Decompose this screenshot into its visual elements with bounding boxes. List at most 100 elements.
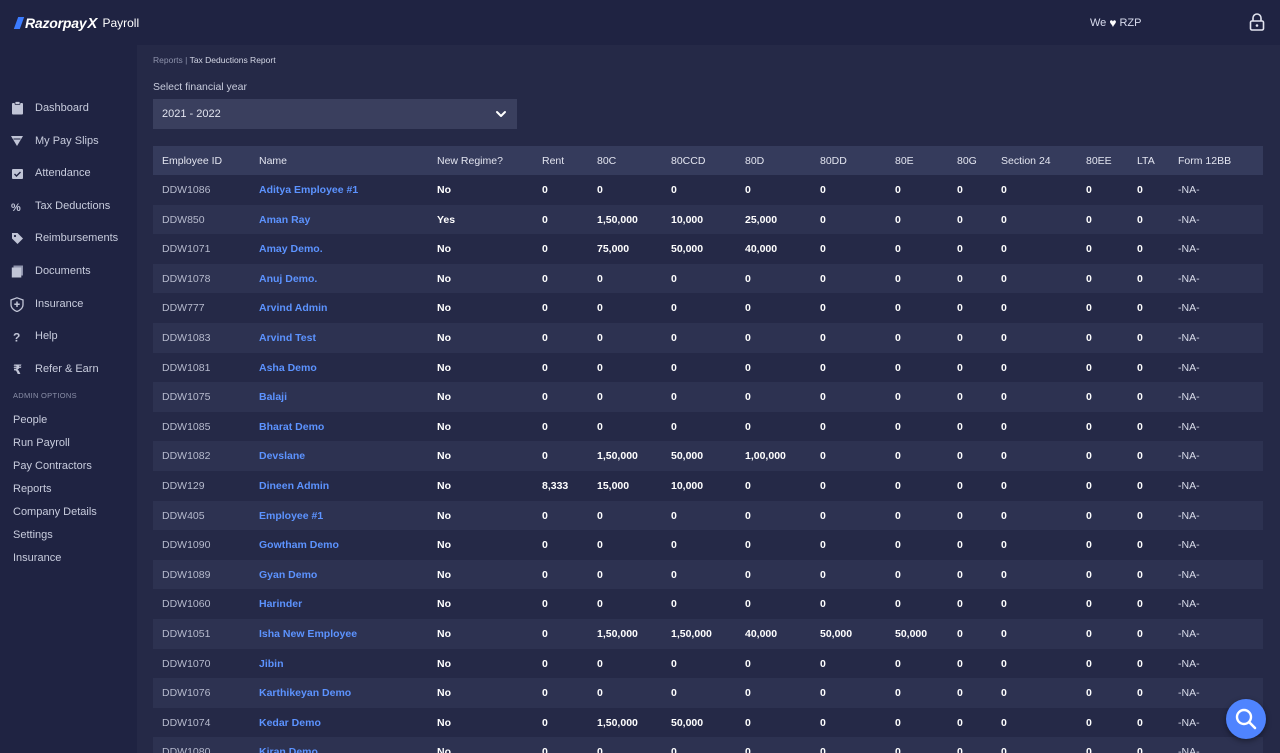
sidebar-item-label: Tax Deductions: [35, 200, 111, 212]
admin-item-run-payroll[interactable]: Run Payroll: [13, 437, 70, 449]
table-cell: 0: [542, 420, 548, 433]
search-fab-button[interactable]: [1226, 699, 1266, 739]
admin-item-insurance[interactable]: Insurance: [13, 552, 61, 564]
employee-name-link[interactable]: Jibin: [259, 658, 284, 670]
svg-text:?: ?: [13, 330, 20, 343]
table-cell: 0: [1001, 687, 1007, 700]
table-cell: 0: [542, 598, 548, 611]
employee-name-link[interactable]: Kiran Demo: [259, 746, 318, 753]
financial-year-label: Select financial year: [153, 81, 247, 93]
admin-item-company-details[interactable]: Company Details: [13, 506, 97, 518]
razorpayx-payroll-logo[interactable]: Razorpay X Payroll: [13, 14, 139, 32]
employee-name-link[interactable]: Arvind Test: [259, 332, 316, 344]
employee-name-link[interactable]: Gowtham Demo: [259, 539, 339, 551]
table-cell: No: [437, 479, 451, 492]
table-row: DDW1070 Jibin No 0 0 0 0 0 0 0 0 0 0 -NA-: [153, 649, 1263, 679]
admin-item-reports[interactable]: Reports: [13, 483, 52, 495]
table-cell: 0: [1086, 687, 1092, 700]
table-row: DDW1086 Aditya Employee #1 No 0 0 0 0 0 0 0 0 0 0 -NA…: [153, 175, 1263, 205]
table-cell: 0: [597, 539, 603, 552]
employee-name-link[interactable]: Employee #1: [259, 510, 323, 522]
form-12bb-cell: -NA-: [1178, 420, 1200, 433]
admin-item-settings[interactable]: Settings: [13, 529, 53, 541]
we-love-rzp: We ♥ RZP: [1090, 16, 1141, 30]
table-cell: 0: [895, 509, 901, 522]
logo-text: Razorpay: [25, 15, 87, 31]
table-cell: 0: [1137, 687, 1143, 700]
employee-name-link[interactable]: Anuj Demo.: [259, 273, 317, 285]
table-cell: 0: [671, 331, 677, 344]
table-row: DDW1080 Kiran Demo No 0 0 0 0 0 0 0 0 0 0 -NA-: [153, 737, 1263, 753]
sidebar-item-reimbursements[interactable]: Reimbursements: [0, 225, 137, 251]
employee-name-link[interactable]: Isha New Employee: [259, 628, 357, 640]
table-cell: 0: [1137, 331, 1143, 344]
table-cell: 0: [1137, 213, 1143, 226]
employee-id-cell: DDW1075: [162, 391, 211, 404]
table-cell: 0: [542, 361, 548, 374]
employee-name-link[interactable]: Harinder: [259, 598, 302, 610]
employee-name-link[interactable]: Bharat Demo: [259, 421, 324, 433]
table-cell: 0: [542, 450, 548, 463]
table-cell: 0: [597, 509, 603, 522]
form-12bb-cell: -NA-: [1178, 539, 1200, 552]
sidebar-item-tax-deductions[interactable]: % Tax Deductions: [0, 193, 137, 219]
table-cell: 0: [895, 450, 901, 463]
breadcrumb-reports-link[interactable]: Reports: [153, 55, 183, 65]
sidebar-item-help[interactable]: ? Help: [0, 323, 137, 349]
table-cell: 0: [1001, 331, 1007, 344]
sidebar-item-attendance[interactable]: Attendance: [0, 160, 137, 186]
table-cell: 0: [895, 598, 901, 611]
table-cell: 0: [1001, 509, 1007, 522]
employee-name-link[interactable]: Kedar Demo: [259, 717, 321, 729]
table-cell: 0: [1086, 539, 1092, 552]
table-cell: 0: [542, 746, 548, 753]
table-cell: 0: [957, 243, 963, 256]
column-header: 80CCD: [671, 155, 706, 167]
breadcrumb-current: Tax Deductions Report: [189, 55, 276, 65]
employee-name-link[interactable]: Asha Demo: [259, 362, 317, 374]
employee-name-link[interactable]: Karthikeyan Demo: [259, 687, 351, 699]
admin-item-people[interactable]: People: [13, 414, 47, 426]
table-cell: 0: [1137, 450, 1143, 463]
table-cell: 0: [1137, 509, 1143, 522]
employee-name-link[interactable]: Devslane: [259, 450, 305, 462]
table-cell: 0: [542, 716, 548, 729]
table-cell: 0: [1137, 627, 1143, 640]
employee-name-link[interactable]: Aditya Employee #1: [259, 184, 358, 196]
table-cell: 0: [1001, 657, 1007, 670]
employee-name-link[interactable]: Dineen Admin: [259, 480, 329, 492]
employee-name-link[interactable]: Aman Ray: [259, 214, 310, 226]
employee-id-cell: DDW405: [162, 509, 205, 522]
table-cell: 0: [957, 420, 963, 433]
table-cell: 0: [820, 598, 826, 611]
sidebar-item-insurance[interactable]: Insurance: [0, 291, 137, 317]
financial-year-select[interactable]: 2021 - 2022: [153, 99, 517, 129]
employee-name-link[interactable]: Arvind Admin: [259, 302, 327, 314]
employee-name-link[interactable]: Balaji: [259, 391, 287, 403]
sidebar-item-documents[interactable]: Documents: [0, 258, 137, 284]
employee-name-link[interactable]: Amay Demo.: [259, 243, 323, 255]
sidebar-item-refer-earn[interactable]: ₹ Refer & Earn: [0, 356, 137, 382]
table-cell: 0: [957, 509, 963, 522]
admin-item-pay-contractors[interactable]: Pay Contractors: [13, 460, 92, 472]
table-cell: 0: [1086, 479, 1092, 492]
form-12bb-cell: -NA-: [1178, 598, 1200, 611]
table-row: DDW850 Aman Ray Yes 0 1,50,000 10,000 25,000 0 0…: [153, 204, 1263, 235]
table-cell: 0: [895, 746, 901, 753]
table-cell: 0: [1086, 272, 1092, 285]
table-cell: No: [437, 687, 451, 700]
table-cell: No: [437, 598, 451, 611]
table-cell: 0: [671, 687, 677, 700]
employee-name-link[interactable]: Gyan Demo: [259, 569, 317, 581]
table-cell: 0: [745, 746, 751, 753]
tax-deductions-table: Employee ID Name New Regime? Rent 80C 80CCD 80…: [153, 146, 1263, 753]
lock-icon: [1249, 13, 1265, 31]
table-cell: 0: [1137, 568, 1143, 581]
sidebar-item-my-pay-slips[interactable]: My Pay Slips: [0, 128, 137, 154]
table-row: DDW1075 Balaji No 0 0 0 0 0 0 0 0 0 0 -NA-: [153, 382, 1263, 412]
table-cell: 0: [597, 272, 603, 285]
sidebar-item-dashboard[interactable]: Dashboard: [0, 95, 137, 121]
table-cell: 0: [597, 687, 603, 700]
logout-lock-button[interactable]: [1247, 12, 1267, 32]
form-12bb-cell: -NA-: [1178, 450, 1200, 463]
